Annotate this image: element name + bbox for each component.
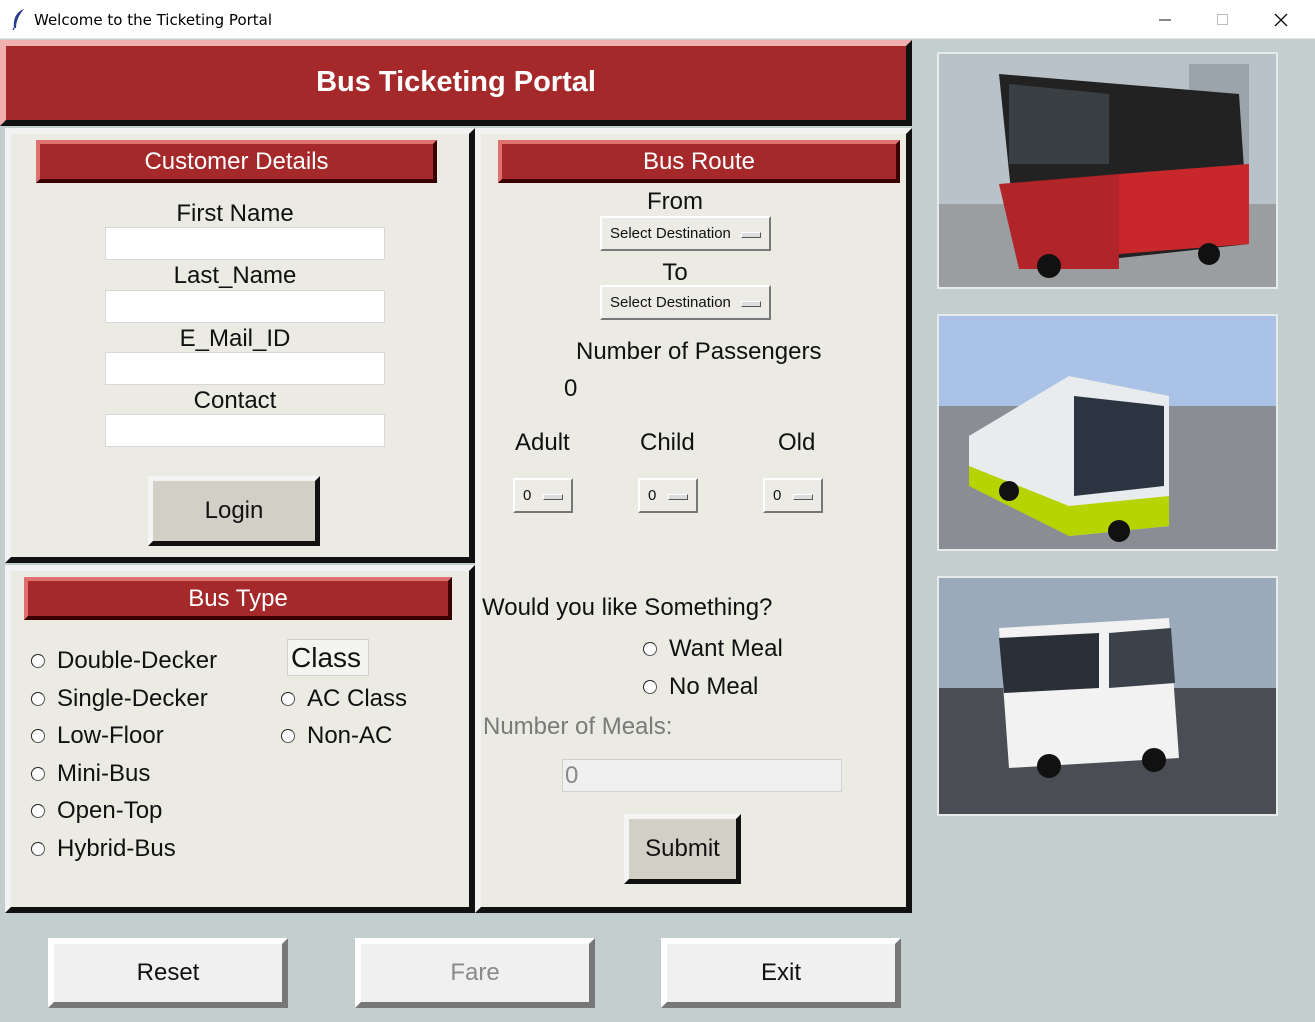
dropdown-indicator-icon (741, 231, 761, 238)
bus-type-label: Hybrid-Bus (57, 835, 176, 862)
class-label-ac: AC Class (307, 685, 408, 712)
email-label: E_Mail_ID (179, 325, 291, 352)
radio-icon (643, 680, 657, 694)
first-name-field[interactable] (105, 227, 385, 260)
class-radio-non-ac[interactable]: Non-AC (281, 722, 392, 750)
dropdown-indicator-icon (668, 493, 688, 500)
last-name-label: Last_Name (173, 262, 297, 289)
child-count-dropdown[interactable]: 0 (638, 478, 698, 513)
adult-count-value: 0 (523, 487, 532, 504)
from-label: From (647, 188, 703, 215)
app-feather-icon (12, 9, 24, 30)
old-count-dropdown[interactable]: 0 (763, 478, 823, 513)
dropdown-indicator-icon (741, 300, 761, 307)
electric-bus-image (937, 314, 1278, 551)
dropdown-indicator-icon (793, 493, 813, 500)
bus-route-heading: Bus Route (498, 140, 900, 183)
minimize-icon (1159, 19, 1171, 20)
radio-icon (281, 729, 295, 743)
login-button[interactable]: Login (148, 476, 320, 546)
passengers-count: 0 (564, 375, 578, 402)
from-dropdown-value: Select Destination (610, 225, 731, 242)
radio-icon (643, 642, 657, 656)
close-button[interactable] (1252, 0, 1310, 39)
mini-bus-icon (939, 578, 1276, 814)
bus-type-radio-hybrid-bus[interactable]: Hybrid-Bus (31, 835, 176, 863)
bus-type-radio-single-decker[interactable]: Single-Decker (31, 685, 208, 713)
reset-button[interactable]: Reset (48, 938, 288, 1008)
bus-type-radio-low-floor[interactable]: Low-Floor (31, 722, 164, 750)
page-title: Bus Ticketing Portal (316, 66, 596, 98)
radio-icon (281, 692, 295, 706)
old-count-value: 0 (773, 487, 782, 504)
adult-count-dropdown[interactable]: 0 (513, 478, 573, 513)
minimize-button[interactable] (1136, 0, 1194, 39)
email-field[interactable] (105, 352, 385, 385)
class-radio-ac[interactable]: AC Class (281, 685, 407, 713)
old-label: Old (778, 429, 816, 456)
radio-icon (31, 804, 45, 818)
exit-button[interactable]: Exit (661, 938, 901, 1008)
radio-icon (31, 692, 45, 706)
double-decker-bus-image (937, 52, 1278, 289)
contact-label: Contact (193, 387, 277, 414)
meal-count-label: Number of Meals: (483, 713, 673, 740)
child-label: Child (640, 429, 695, 456)
bus-type-radio-mini-bus[interactable]: Mini-Bus (31, 760, 150, 788)
last-name-field[interactable] (105, 290, 385, 323)
adult-label: Adult (515, 429, 570, 456)
mini-bus-image (937, 576, 1278, 816)
header-banner: Bus Ticketing Portal (0, 40, 912, 126)
double-decker-bus-icon (939, 54, 1276, 287)
close-icon (1274, 13, 1288, 26)
bus-type-radio-open-top[interactable]: Open-Top (31, 797, 162, 825)
to-dropdown-value: Select Destination (610, 294, 731, 311)
bus-type-radio-double-decker[interactable]: Double-Decker (31, 647, 217, 675)
bus-type-label: Double-Decker (57, 647, 218, 674)
dropdown-indicator-icon (543, 493, 563, 500)
customer-details-heading: Customer Details (36, 140, 437, 183)
first-name-label: First Name (176, 200, 294, 227)
maximize-icon (1217, 13, 1228, 25)
no-meal-label: No Meal (669, 673, 759, 700)
bus-type-label: Low-Floor (57, 722, 164, 749)
submit-button[interactable]: Submit (624, 814, 741, 884)
meal-count-field[interactable] (562, 759, 842, 792)
passengers-label: Number of Passengers (576, 338, 822, 365)
radio-icon (31, 767, 45, 781)
radio-icon (31, 842, 45, 856)
class-label: Class (287, 639, 369, 676)
bus-type-label: Open-Top (57, 797, 163, 824)
meal-question: Would you like Something? (482, 594, 773, 621)
radio-icon (31, 654, 45, 668)
to-dropdown[interactable]: Select Destination (600, 285, 771, 320)
fare-button[interactable]: Fare (355, 938, 595, 1008)
child-count-value: 0 (648, 487, 657, 504)
no-meal-radio[interactable]: No Meal (643, 673, 758, 701)
want-meal-label: Want Meal (669, 635, 783, 662)
electric-bus-icon (939, 316, 1276, 549)
bus-type-label: Single-Decker (57, 685, 208, 712)
contact-field[interactable] (105, 414, 385, 447)
want-meal-radio[interactable]: Want Meal (643, 635, 783, 663)
radio-icon (31, 729, 45, 743)
class-label-non-ac: Non-AC (307, 722, 393, 749)
maximize-button[interactable] (1194, 0, 1252, 39)
bus-type-heading: Bus Type (24, 577, 452, 620)
from-dropdown[interactable]: Select Destination (600, 216, 771, 251)
window-title-bar: Welcome to the Ticketing Portal (0, 0, 1315, 39)
window-title: Welcome to the Ticketing Portal (34, 11, 273, 29)
to-label: To (662, 259, 688, 286)
bus-type-label: Mini-Bus (57, 760, 151, 787)
